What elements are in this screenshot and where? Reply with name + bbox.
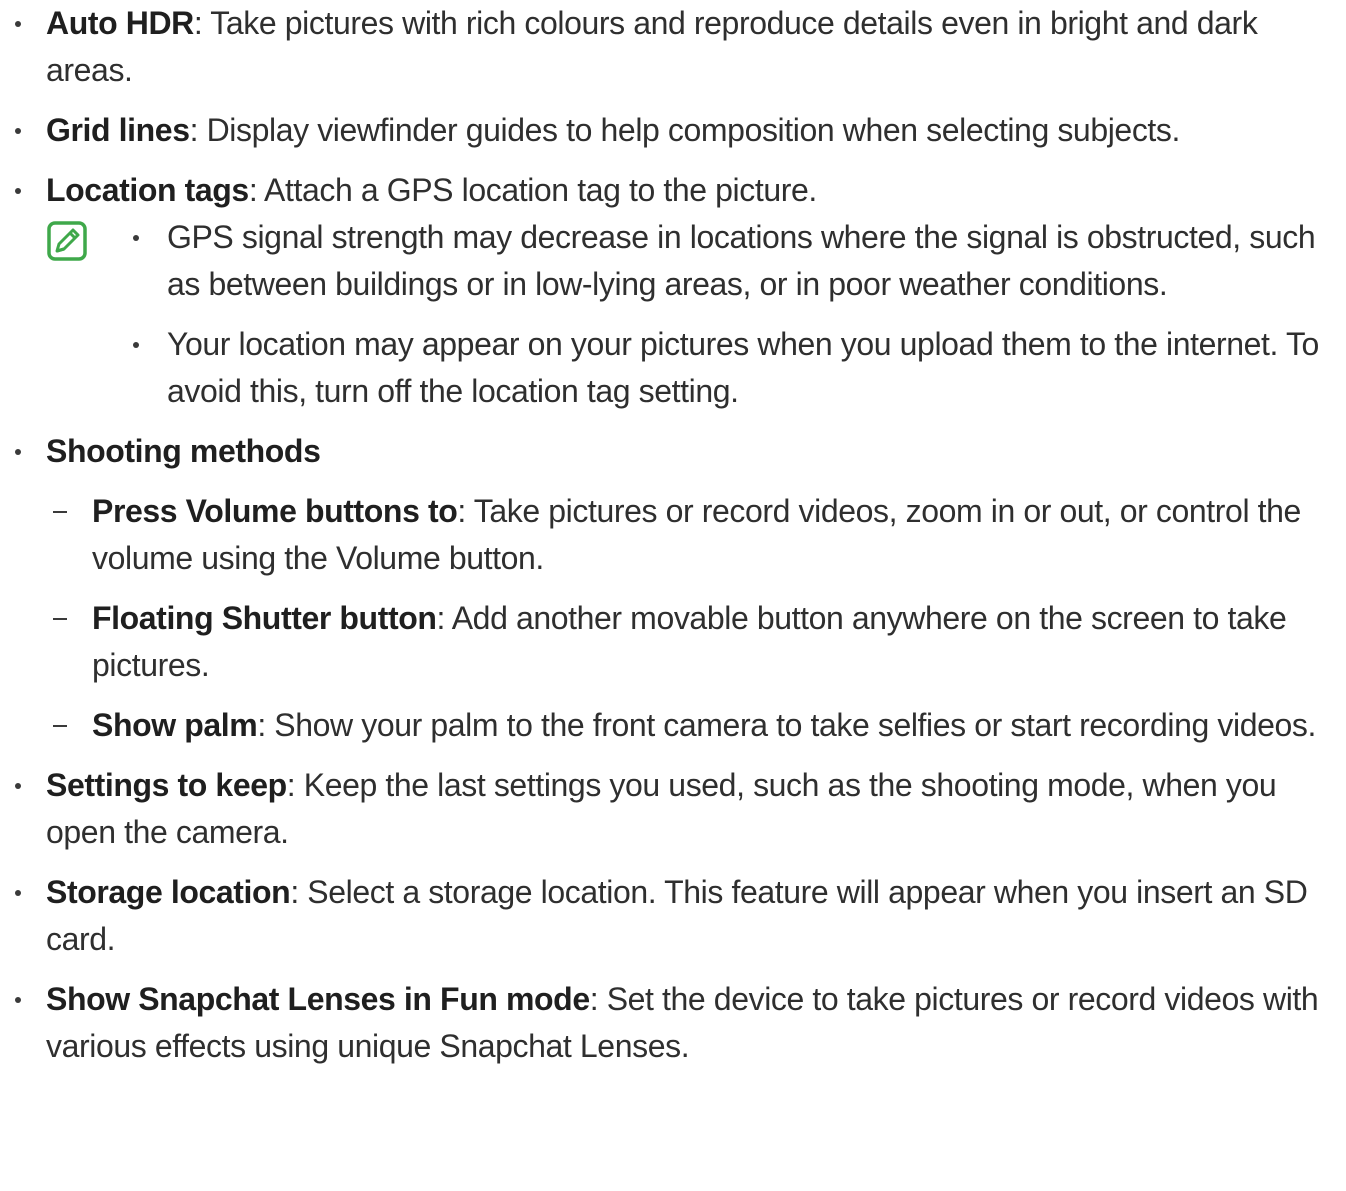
note-text: Your location may appear on your picture… [167,326,1319,409]
bullet-icon [8,869,28,916]
bullet-icon [8,0,28,47]
bullet-icon [8,428,28,475]
note-text: GPS signal strength may decrease in loca… [167,219,1316,302]
list-item-grid-lines: Grid lines: Display viewfinder guides to… [0,107,1346,154]
bullet-icon [8,167,28,214]
note-block: GPS signal strength may decrease in loca… [0,214,1346,415]
list-item-storage-location: Storage location: Select a storage locat… [0,869,1346,963]
dash-icon [48,702,72,749]
subitem-floating-shutter: Floating Shutter button: Add another mov… [0,595,1346,689]
item-term: Location tags [46,172,249,208]
item-term: Grid lines [46,112,190,148]
list-item-shooting-methods: Shooting methods [0,428,1346,475]
dash-icon [48,595,72,642]
bullet-icon [8,976,28,1023]
subitem-term: Show palm [92,707,258,743]
subitem-press-volume: Press Volume buttons to: Take pictures o… [0,488,1346,582]
list-item-location-tags: Location tags: Attach a GPS location tag… [0,167,1346,214]
item-term: Storage location [46,874,291,910]
bullet-icon [8,107,28,154]
item-term: Show Snapchat Lenses in Fun mode [46,981,590,1017]
subitem-term: Press Volume buttons to [92,493,458,529]
item-term: Auto HDR [46,5,194,41]
item-term: Shooting methods [46,433,321,469]
note-item: GPS signal strength may decrease in loca… [0,214,1346,308]
bullet-icon [8,762,28,809]
list-item-settings-to-keep: Settings to keep: Keep the last settings… [0,762,1346,856]
subitem-description: : Show your palm to the front camera to … [257,707,1316,743]
list-item-snapchat-lenses: Show Snapchat Lenses in Fun mode: Set th… [0,976,1346,1070]
item-term: Settings to keep [46,767,287,803]
bullet-icon [126,214,146,261]
item-description: : Take pictures with rich colours and re… [46,5,1258,88]
note-item: Your location may appear on your picture… [0,321,1346,415]
manual-page: Auto HDR: Take pictures with rich colour… [0,0,1346,1191]
dash-icon [48,488,72,535]
subitem-term: Floating Shutter button [92,600,437,636]
subitem-show-palm: Show palm: Show your palm to the front c… [0,702,1346,749]
list-item-auto-hdr: Auto HDR: Take pictures with rich colour… [0,0,1346,94]
item-description: : Attach a GPS location tag to the pictu… [248,172,817,208]
item-description: : Display viewfinder guides to help comp… [189,112,1181,148]
bullet-icon [126,321,146,368]
